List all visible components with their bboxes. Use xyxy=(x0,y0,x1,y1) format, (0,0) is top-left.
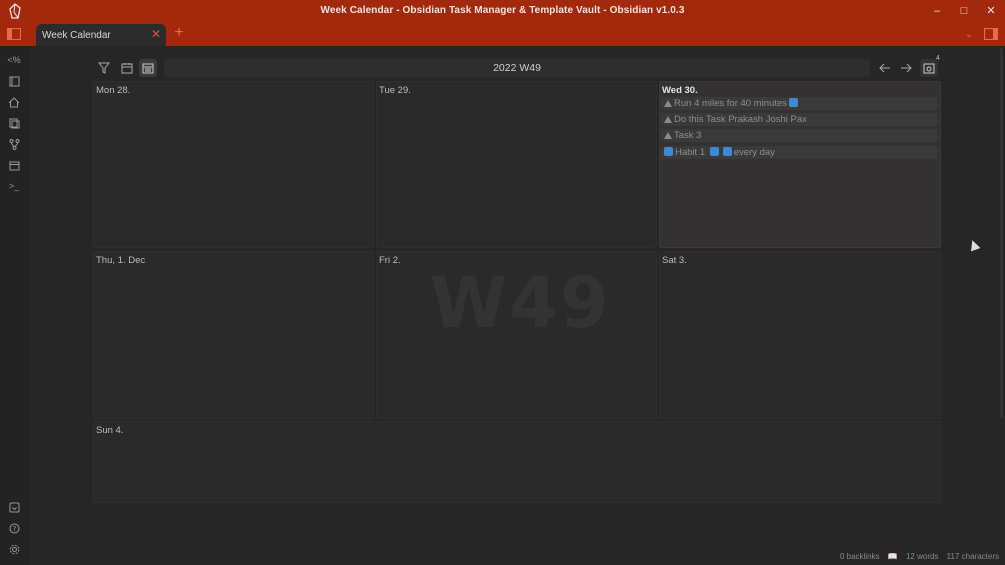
week-watermark: W49 xyxy=(430,262,611,344)
left-sidebar-toggle-icon[interactable] xyxy=(5,25,23,43)
calendar-icon[interactable] xyxy=(5,156,23,174)
day-label: Sat 3. xyxy=(662,255,687,266)
task-text: Do this Task Prakash Joshi Pax xyxy=(674,114,807,125)
maximize-icon[interactable]: □ xyxy=(956,3,972,19)
settings-gear-icon[interactable] xyxy=(5,540,23,558)
new-tab-icon[interactable]: + xyxy=(170,24,188,42)
right-sidebar-toggle-icon[interactable] xyxy=(982,25,1000,43)
task-item[interactable]: Do this Task Prakash Joshi Pax xyxy=(661,113,938,126)
left-ribbon: <% >_ ? xyxy=(0,46,29,565)
close-window-icon[interactable]: ✕ xyxy=(983,3,999,19)
title-bar: Week Calendar - Obsidian Task Manager & … xyxy=(0,0,1005,22)
week-view-icon[interactable] xyxy=(139,59,157,77)
day-label: Wed 30. xyxy=(662,85,698,96)
help-icon[interactable]: ? xyxy=(5,519,23,537)
home-icon[interactable] xyxy=(5,93,23,111)
reading-mode-icon[interactable]: 📖 xyxy=(888,552,898,561)
tab-week-calendar[interactable]: Week Calendar ✕ xyxy=(36,24,166,46)
day-cell-mon[interactable]: Mon 28. xyxy=(93,81,374,248)
priority-up-icon xyxy=(789,98,798,107)
task-text: Run 4 miles for 40 minutes xyxy=(674,98,787,109)
terminal-icon[interactable]: >_ xyxy=(5,177,23,195)
day-label: Fri 2. xyxy=(379,255,401,266)
close-tab-icon[interactable]: ✕ xyxy=(151,27,161,41)
week-title: 2022 W49 xyxy=(164,59,870,77)
scrollbar[interactable] xyxy=(1000,48,1003,418)
task-text: Task 3 xyxy=(674,130,702,141)
repeat-icon xyxy=(664,147,673,156)
repeat-icon xyxy=(722,147,732,156)
task-text-suffix: every day xyxy=(733,147,775,158)
day-label: Thu, 1. Dec xyxy=(96,255,146,266)
minimize-icon[interactable]: – xyxy=(929,3,945,19)
day-label: Tue 29. xyxy=(379,85,411,96)
backlinks-count[interactable]: 0 backlinks xyxy=(840,552,880,561)
day-label: Sun 4. xyxy=(96,425,124,436)
task-item[interactable]: Task 3 xyxy=(661,129,938,142)
book-icon[interactable] xyxy=(5,72,23,90)
tab-label: Week Calendar xyxy=(42,30,111,41)
badge-count: 4 xyxy=(936,55,940,62)
mouse-cursor-icon xyxy=(967,238,981,252)
priority-up-icon xyxy=(709,147,719,156)
chevron-down-icon[interactable]: ⌄ xyxy=(960,25,978,43)
warning-icon xyxy=(664,100,672,107)
word-count: 12 words xyxy=(905,552,939,561)
arrow-left-icon[interactable] xyxy=(876,59,894,77)
warning-icon xyxy=(664,116,672,123)
filter-icon[interactable] xyxy=(95,59,113,77)
day-cell-sun[interactable]: Sun 4. xyxy=(93,421,941,503)
day-cell-tue[interactable]: Tue 29. xyxy=(376,81,657,248)
day-cell-sat[interactable]: Sat 3. xyxy=(659,251,941,419)
tab-bar: Week Calendar ✕ + ⌄ xyxy=(0,22,1005,46)
arrow-right-icon[interactable] xyxy=(897,59,915,77)
status-bar: 0 backlinks 📖 12 words 117 characters xyxy=(834,552,999,561)
calendar-icon[interactable] xyxy=(118,59,136,77)
task-item[interactable]: Habit 1 every day xyxy=(661,146,938,159)
templater-icon[interactable]: <% xyxy=(5,51,23,69)
character-count: 117 characters xyxy=(946,552,999,561)
warning-icon xyxy=(664,132,672,139)
copy-icon[interactable] xyxy=(5,114,23,132)
day-label: Mon 28. xyxy=(96,85,131,96)
git-branch-icon[interactable] xyxy=(5,135,23,153)
window-title: Week Calendar - Obsidian Task Manager & … xyxy=(320,5,685,16)
task-text: Habit 1 xyxy=(675,147,706,158)
day-cell-thu[interactable]: Thu, 1. Dec xyxy=(93,251,374,419)
task-item[interactable]: Run 4 miles for 40 minutes xyxy=(661,97,938,110)
svg-text:?: ? xyxy=(12,525,16,533)
vault-switcher-icon[interactable] xyxy=(5,498,23,516)
